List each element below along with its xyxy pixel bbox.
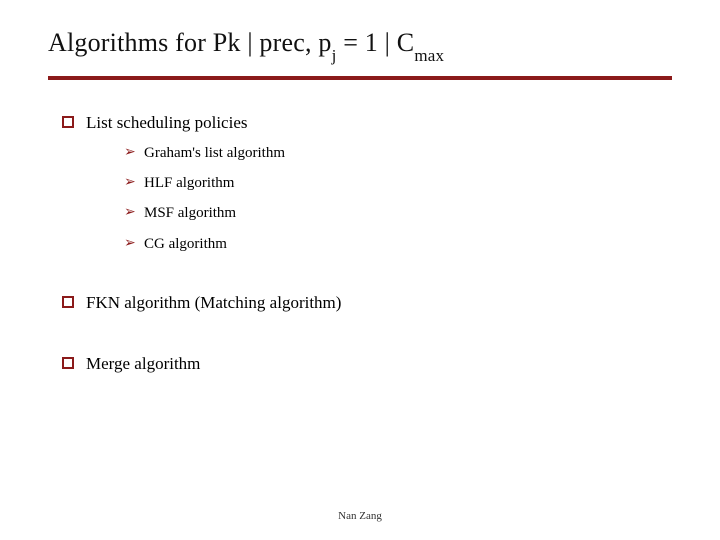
bullet-text: List scheduling policies	[86, 113, 247, 132]
sub-bullet-graham: ➢ Graham's list algorithm	[124, 143, 662, 163]
sub-bullet-hlf: ➢ HLF algorithm	[124, 173, 662, 193]
square-bullet-icon	[62, 296, 74, 308]
sub-bullet-text: Graham's list algorithm	[144, 145, 285, 161]
sub-bullet-msf: ➢ MSF algorithm	[124, 203, 662, 223]
sub-bullet-text: HLF algorithm	[144, 175, 234, 191]
slide-title: Algorithms for Pk | prec, pj = 1 | Cmax	[48, 28, 444, 62]
square-bullet-icon	[62, 116, 74, 128]
arrow-icon: ➢	[124, 204, 136, 223]
title-mid: = 1 | C	[337, 28, 415, 57]
sub-bullet-text: MSF algorithm	[144, 205, 236, 221]
arrow-icon: ➢	[124, 144, 136, 163]
bullet-fkn: FKN algorithm (Matching algorithm)	[62, 292, 662, 315]
title-sub-j: j	[332, 46, 337, 65]
bullet-list-scheduling: List scheduling policies	[62, 112, 662, 135]
title-sub-max: max	[414, 46, 444, 65]
title-prefix: Algorithms for Pk | prec, p	[48, 28, 332, 57]
square-bullet-icon	[62, 357, 74, 369]
slide: Algorithms for Pk | prec, pj = 1 | Cmax …	[0, 0, 720, 540]
bullet-merge: Merge algorithm	[62, 353, 662, 376]
content-area: List scheduling policies ➢ Graham's list…	[62, 112, 662, 384]
arrow-icon: ➢	[124, 235, 136, 254]
sub-bullet-list: ➢ Graham's list algorithm ➢ HLF algorith…	[124, 143, 662, 254]
sub-bullet-text: CG algorithm	[144, 236, 227, 252]
bullet-text: Merge algorithm	[86, 354, 200, 373]
footer-author: Nan Zang	[0, 510, 720, 522]
sub-bullet-cg: ➢ CG algorithm	[124, 234, 662, 254]
title-rule	[48, 76, 672, 80]
bullet-text: FKN algorithm (Matching algorithm)	[86, 293, 341, 312]
arrow-icon: ➢	[124, 174, 136, 193]
